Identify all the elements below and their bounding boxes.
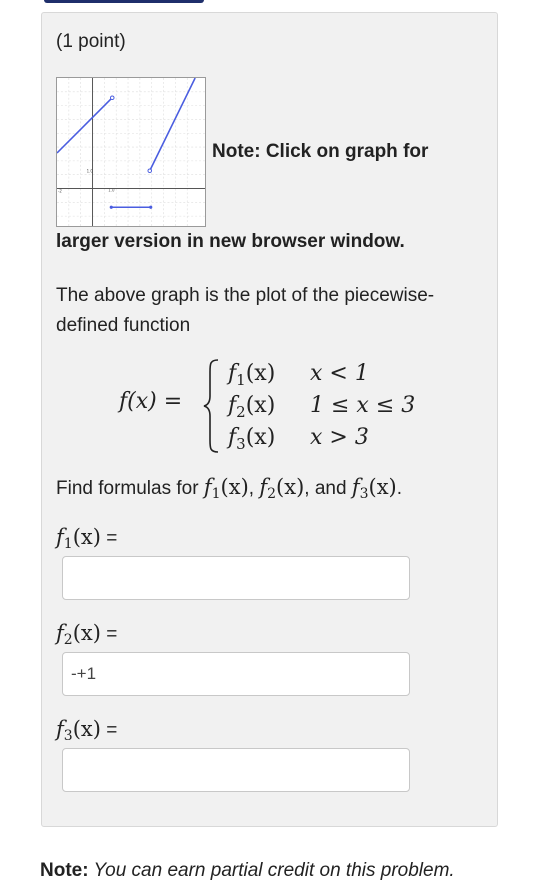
case-1-function: f1(x) <box>228 361 276 389</box>
piecewise-brace <box>203 359 219 453</box>
case-2-function: f2(x) <box>228 393 276 421</box>
top-accent-bar <box>44 0 204 3</box>
graph-note: Note: Click on graph for <box>212 141 429 162</box>
answer-1-label: f1(x) = <box>56 525 118 552</box>
partial-credit-note: Note: You can earn partial credit on thi… <box>40 860 455 881</box>
answer-2-label: f2(x) = <box>56 621 118 648</box>
problem-description: The above graph is the plot of the piece… <box>56 285 435 336</box>
case-3-condition: x > 3 <box>310 425 369 450</box>
case-2-condition: 1 ≤ x ≤ 3 <box>310 393 416 418</box>
graph-closed-point-2a <box>109 205 113 209</box>
answer-3-label: f3(x) = <box>56 717 118 744</box>
graph-closed-point-2b <box>149 205 153 209</box>
tick-label-y: 1.0 <box>87 169 94 174</box>
tick-label-x: 1.0 <box>108 187 115 192</box>
graph-open-point-1 <box>109 95 115 101</box>
graph-thumbnail[interactable]: 1.0 1.0 -2 <box>56 77 206 227</box>
graph-grid <box>57 78 205 226</box>
case-3-function: f3(x) <box>228 425 276 453</box>
answer-3-input[interactable] <box>62 748 410 792</box>
answer-2-input[interactable] <box>62 652 410 696</box>
find-instruction: Find formulas for f1(x), f2(x), and f3(x… <box>56 475 403 502</box>
piecewise-lhs: f(x) = <box>119 389 183 414</box>
case-1-condition: x < 1 <box>310 361 369 386</box>
problem-box: (1 point) 1.0 1.0 -2 Note: Click on grap… <box>41 12 498 827</box>
graph-segment-1 <box>57 97 113 154</box>
answer-1-input[interactable] <box>62 556 410 600</box>
points-label: (1 point) <box>56 31 126 52</box>
graph-open-point-3 <box>147 168 153 174</box>
tick-label-neg: -2 <box>58 188 62 193</box>
graph-note-continued: larger version in new browser window. <box>56 231 405 252</box>
